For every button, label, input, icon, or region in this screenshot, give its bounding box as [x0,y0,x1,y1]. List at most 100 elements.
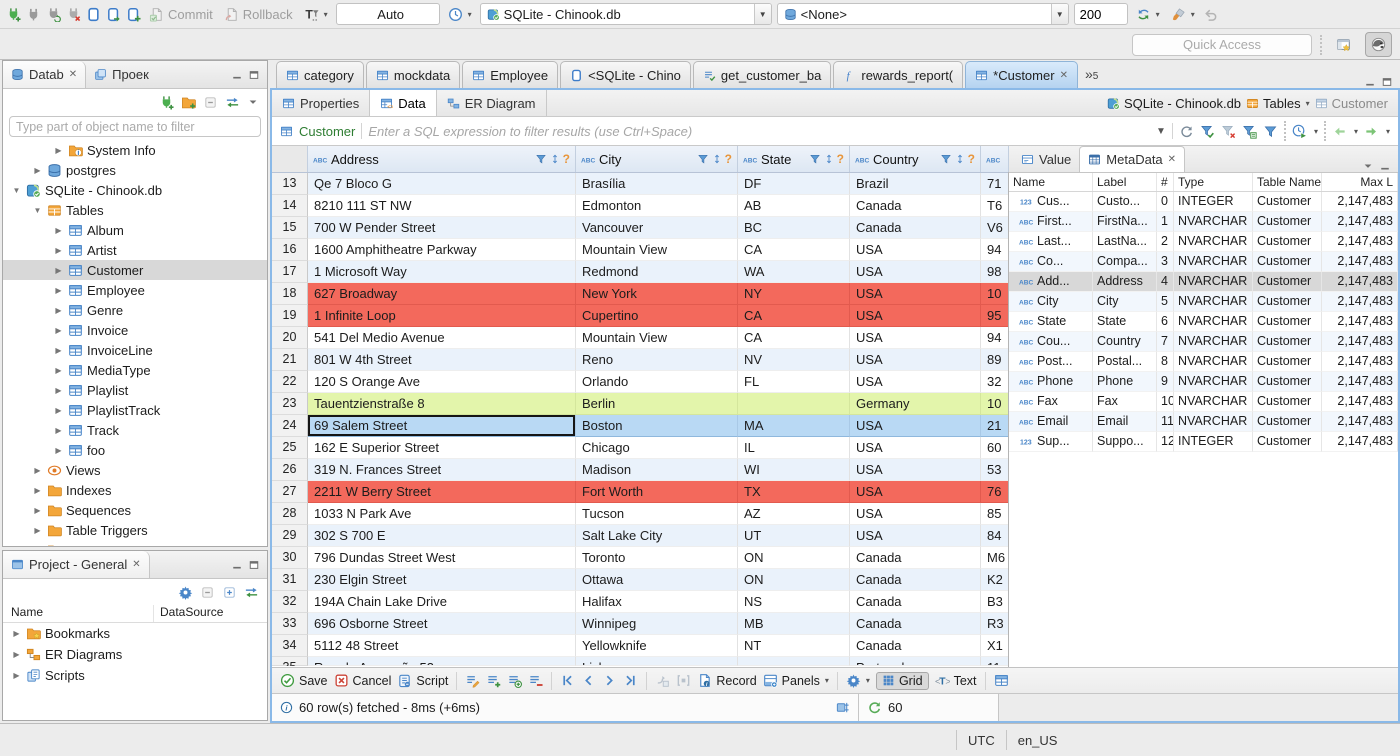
expand-arrow-icon[interactable]: ▶ [53,326,64,335]
expand-arrow-icon[interactable]: ▶ [11,629,22,638]
grid-cell[interactable]: USA [850,503,981,525]
metadata-column-header[interactable]: Label [1093,173,1157,191]
metadata-cell[interactable]: Address [1093,272,1157,292]
metadata-cell[interactable]: Customer [1253,192,1322,212]
metadata-cell[interactable]: Customer [1253,432,1322,452]
previous-row-icon[interactable] [581,673,596,688]
metadata-cell[interactable]: Customer [1253,212,1322,232]
editor-tab-category[interactable]: category [276,61,364,88]
metadata-cell[interactable]: Customer [1253,352,1322,372]
tab-er-diagram[interactable]: ER Diagram [437,90,547,116]
tree-item-data-types[interactable]: ▶ Data Types [3,540,267,546]
metadata-cell[interactable]: 2,147,483 [1322,212,1398,232]
grid-cell[interactable]: BC [738,217,850,239]
tree-item-foo[interactable]: ▶ foo [3,440,267,460]
tree-item-system-info[interactable]: ▶ i System Info [3,140,267,160]
grid-cell[interactable]: Reno [576,349,738,371]
grid-cell[interactable]: USA [850,261,981,283]
expand-arrow-icon[interactable]: ▶ [53,306,64,315]
grid-cell[interactable]: 194A Chain Lake Drive [308,591,576,613]
save-filter-icon[interactable] [1242,124,1257,139]
grid-cell[interactable]: 700 W Pender Street [308,217,576,239]
project-item-scripts[interactable]: ▶ Scripts [3,665,267,686]
text-view-button[interactable]: <T> Text [935,673,977,688]
add-row-icon[interactable] [486,673,501,688]
refresh-icon[interactable] [1179,124,1194,139]
metadata-name-cell[interactable]: 123 Cus... [1009,192,1093,212]
metadata-row[interactable]: ABC First... FirstNa... 1 NVARCHAR Customer 2,… [1009,212,1398,232]
metadata-column-header[interactable]: Type [1174,173,1253,191]
row-number[interactable]: 23 [272,393,308,415]
fetch-all-icon[interactable] [676,673,691,688]
grid-cell[interactable]: WA [738,261,850,283]
breadcrumb-entity[interactable]: Customer [1315,96,1388,111]
metadata-row[interactable]: ABC Last... LastNa... 2 NVARCHAR Customer 2,14… [1009,232,1398,252]
metadata-name-cell[interactable]: ABC Post... [1009,352,1093,372]
expand-arrow-icon[interactable]: ▶ [32,486,43,495]
metadata-cell[interactable]: Customer [1253,252,1322,272]
expand-arrow-icon[interactable]: ▶ [53,406,64,415]
apply-filter-icon[interactable] [1200,124,1215,139]
metadata-cell[interactable]: 2,147,483 [1322,412,1398,432]
grid-cell[interactable]: 11 [981,657,1008,666]
grid-cell[interactable]: 796 Dundas Street West [308,547,576,569]
grid-cell[interactable]: Qe 7 Bloco G [308,173,576,195]
dropdown-arrow-icon[interactable]: ▼ [1050,4,1068,24]
metadata-name-cell[interactable]: ABC Add... [1009,272,1093,292]
fetch-size-input[interactable] [1073,3,1128,25]
grid-cell[interactable]: 94 [981,239,1008,261]
grid-cell[interactable]: Tucson [576,503,738,525]
expand-arrow-icon[interactable]: ▶ [53,386,64,395]
metadata-cell[interactable]: 2,147,483 [1322,312,1398,332]
row-number[interactable]: 17 [272,261,308,283]
grid-cell[interactable]: Boston [576,415,738,437]
reconnect-icon[interactable] [46,7,61,22]
metadata-row[interactable]: ABC Add... Address 4 NVARCHAR Customer 2,147,4… [1009,272,1398,292]
minimize-icon[interactable] [231,559,243,571]
compare-button[interactable]: ▾ [1168,2,1198,26]
tree-item-indexes[interactable]: ▶ Indexes [3,480,267,500]
collapse-all-icon[interactable] [200,585,215,600]
grid-cell[interactable]: Lisbon [576,657,738,666]
sql-filter-input[interactable] [368,123,1150,139]
grid-cell[interactable]: 120 S Orange Ave [308,371,576,393]
grid-cell[interactable]: USA [850,327,981,349]
grid-cell[interactable]: 10 [981,283,1008,305]
remove-filter-icon[interactable] [1221,124,1236,139]
schema-select[interactable]: <None> ▼ [776,3,1069,25]
breadcrumb-connection[interactable]: SQLite - Chinook.db [1107,96,1241,111]
grid-cell[interactable]: Germany [850,393,981,415]
grid-cell[interactable]: 98 [981,261,1008,283]
grid-cell[interactable]: USA [850,349,981,371]
grid-cell[interactable]: New York [576,283,738,305]
grid-cell[interactable]: 95 [981,305,1008,327]
grid-cell[interactable]: Canada [850,635,981,657]
grid-cell[interactable]: T6 [981,195,1008,217]
expand-arrow-icon[interactable]: ▶ [53,366,64,375]
row-number[interactable]: 25 [272,437,308,459]
close-icon[interactable]: ✕ [1168,154,1176,165]
duplicate-row-icon[interactable] [507,673,523,688]
metadata-row[interactable]: ABC State State 6 NVARCHAR Customer 2,147,483 [1009,312,1398,332]
grid-cell[interactable]: 1033 N Park Ave [308,503,576,525]
grid-cell[interactable]: Brazil [850,173,981,195]
new-sql-editor-icon[interactable] [86,7,101,22]
script-button[interactable]: Script [397,673,448,688]
row-number[interactable]: 26 [272,459,308,481]
back-icon[interactable] [1332,124,1347,139]
row-number[interactable]: 19 [272,305,308,327]
expand-all-icon[interactable] [222,585,237,600]
metadata-cell[interactable]: Customer [1253,392,1322,412]
expand-arrow-icon[interactable]: ▶ [53,226,64,235]
expand-arrow-icon[interactable]: ▶ [53,246,64,255]
object-filter-input[interactable] [9,116,261,137]
grid-cell[interactable]: Vancouver [576,217,738,239]
grid-cell[interactable]: Brasília [576,173,738,195]
refresh-button[interactable]: ▾ [1133,2,1163,26]
metadata-name-cell[interactable]: ABC Last... [1009,232,1093,252]
grid-cell[interactable]: 60 [981,437,1008,459]
grid-cell[interactable]: USA [850,481,981,503]
grid-cell[interactable]: NS [738,591,850,613]
grid-cell[interactable]: 69 Salem Street [308,415,576,437]
tree-item-track[interactable]: ▶ Track [3,420,267,440]
